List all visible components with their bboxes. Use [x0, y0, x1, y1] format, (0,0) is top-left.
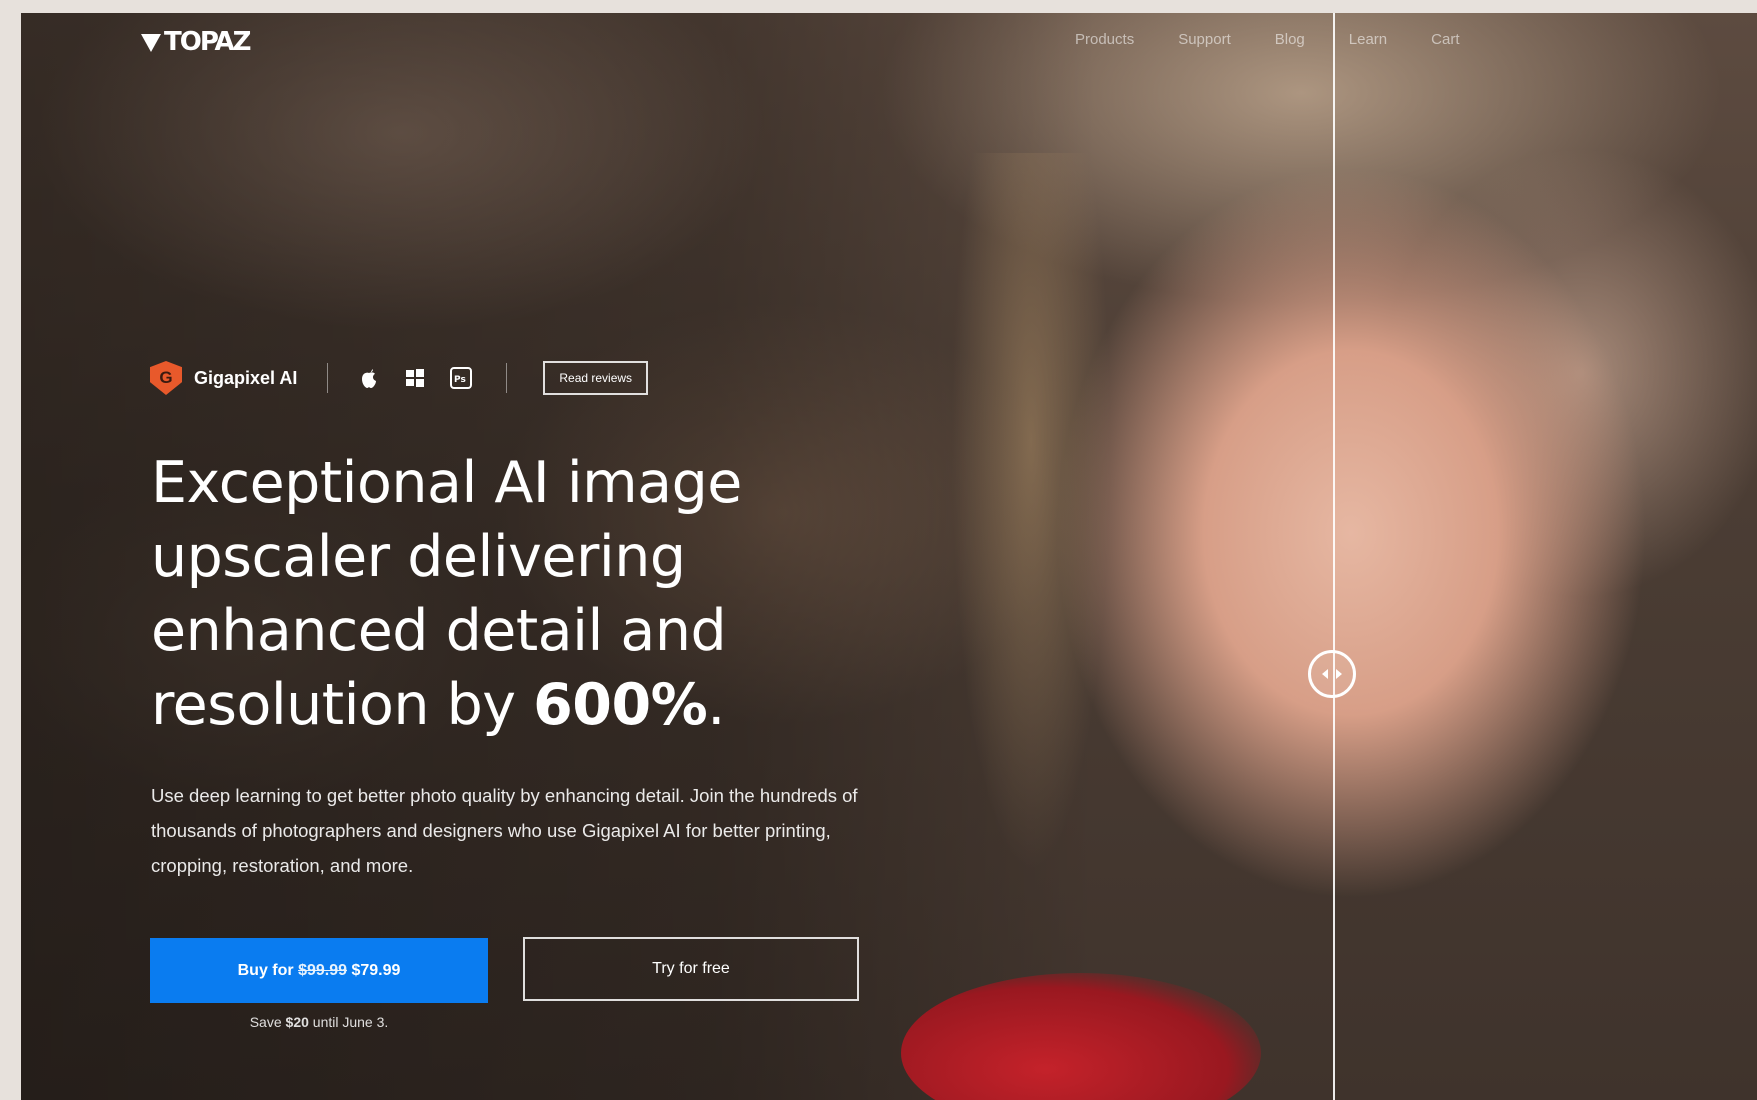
old-price: $99.99 [298, 961, 347, 979]
hero-headline: Exceptional AI image upscaler delivering… [151, 446, 871, 742]
buy-button[interactable]: Buy for $99.99 $79.99 [150, 938, 488, 1003]
product-bar: G Gigapixel AI Ps Read reviews [150, 358, 649, 398]
save-prefix: Save [249, 1014, 286, 1030]
save-note: Save $20 until June 3. [150, 1014, 488, 1030]
headline-highlight: 600% [533, 672, 708, 738]
logo-mark-icon [141, 33, 161, 52]
arrows-left-right-icon [1322, 669, 1342, 679]
hair-region [951, 153, 1111, 873]
divider [327, 363, 329, 393]
apple-icon [358, 367, 380, 389]
nav-item-products[interactable]: Products [1075, 31, 1134, 48]
headline-line: resolution by [151, 672, 534, 738]
nav-item-blog[interactable]: Blog [1275, 31, 1305, 48]
red-shirt-region [901, 973, 1261, 1100]
headline-line: Exceptional AI image [151, 450, 742, 516]
headline-period: . [707, 672, 725, 738]
headline-line: enhanced detail and [151, 598, 727, 664]
buy-label: Buy for [237, 961, 299, 979]
comparison-slider-line[interactable] [1333, 13, 1335, 1100]
save-amount: $20 [285, 1014, 309, 1030]
topaz-logo[interactable]: TOPAZ [141, 27, 251, 57]
gigapixel-badge-icon: G [150, 361, 182, 395]
windows-icon [404, 367, 426, 389]
logo-text: TOPAZ [164, 27, 251, 57]
read-reviews-button[interactable]: Read reviews [543, 361, 649, 395]
try-for-free-button[interactable]: Try for free [523, 937, 859, 1001]
product-name: Gigapixel AI [194, 367, 298, 388]
photoshop-icon: Ps [450, 367, 473, 389]
nav-item-support[interactable]: Support [1178, 31, 1231, 48]
nav-item-learn[interactable]: Learn [1349, 31, 1387, 48]
top-navigation: Products Support Blog Learn Cart [1075, 31, 1460, 48]
svg-text:Ps: Ps [454, 375, 466, 385]
hero-description: Use deep learning to get better photo qu… [151, 785, 858, 876]
comparison-slider-handle[interactable] [1308, 650, 1356, 698]
save-suffix: until June 3. [308, 1014, 389, 1030]
nav-item-cart[interactable]: Cart [1431, 31, 1459, 48]
new-price: $79.99 [351, 961, 401, 979]
badge-letter: G [159, 368, 173, 387]
headline-line: upscaler delivering [151, 524, 686, 590]
divider [506, 363, 508, 393]
